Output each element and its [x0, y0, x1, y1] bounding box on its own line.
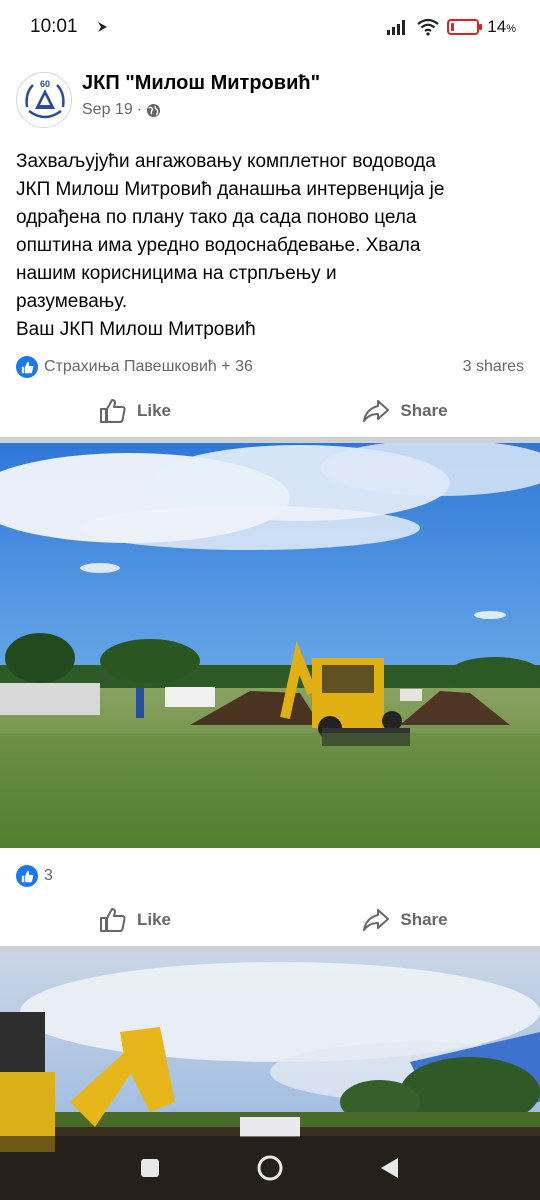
thumbs-up-icon	[99, 399, 126, 423]
header-text: ЈКП "Милош Митровић" Sep 19 ·	[82, 72, 320, 119]
reactions-text[interactable]: Страхиња Павешковић + 36	[44, 358, 253, 376]
status-time: 10:01	[30, 16, 78, 37]
wifi-icon	[417, 18, 439, 36]
square-icon	[141, 1159, 159, 1177]
battery-percent-value: 14	[487, 17, 507, 36]
navigation-bar	[0, 1136, 540, 1200]
share-button[interactable]: Share	[270, 386, 540, 436]
post-photo-1[interactable]	[0, 443, 540, 848]
battery-icon	[447, 19, 483, 35]
like-reaction-icon	[16, 865, 38, 887]
cast-icon	[97, 22, 107, 32]
like-label: Like	[136, 910, 172, 929]
home-button[interactable]	[250, 1148, 290, 1188]
post-text-line: нашим корисницима на стрпљењу и	[16, 263, 337, 284]
photo-1-action-row: Like Share	[0, 895, 540, 945]
photo-1-share-button[interactable]: Share	[270, 895, 540, 945]
shares-count[interactable]: 3 shares	[463, 358, 524, 376]
logo-number: 60	[40, 79, 50, 89]
like-label: Like	[136, 401, 172, 420]
post-date[interactable]: Sep 19	[82, 101, 133, 119]
share-icon	[363, 909, 390, 931]
post-text-line: општина има уредно водоснабдевање. Хвала	[16, 235, 421, 256]
page-name[interactable]: ЈКП "Милош Митровић"	[82, 72, 320, 95]
share-label: Share	[400, 910, 448, 929]
page-logo: 60	[18, 74, 71, 127]
post-text-line: разумевању.	[16, 291, 128, 312]
thumbs-up-icon	[99, 908, 126, 932]
back-triangle-icon	[381, 1158, 398, 1178]
globe-icon	[146, 103, 161, 117]
like-button[interactable]: Like	[0, 386, 270, 436]
home-circle-icon	[257, 1155, 283, 1181]
battery-percent: 14%	[487, 17, 516, 37]
post-text-line: ЈКП Милош Митровић данашња интервенција …	[16, 179, 445, 200]
recents-button[interactable]	[130, 1148, 170, 1188]
post-text-line: Ваш ЈКП Милош Митровић	[16, 319, 256, 340]
post-meta: Sep 19 ·	[82, 101, 320, 119]
post-text: Захваљујући ангажовању комплетног водово…	[16, 148, 526, 344]
post-header: 60 ЈКП "Милош Митровић" Sep 19 ·	[0, 62, 540, 142]
excavation-photo	[0, 443, 540, 848]
battery-percent-unit: %	[506, 23, 516, 35]
meta-separator: ·	[136, 101, 143, 118]
post-text-line: одрађена по плану тако да сада поново це…	[16, 207, 417, 228]
post-action-row: Like Share	[0, 386, 540, 436]
photo-1-like-button[interactable]: Like	[0, 895, 270, 945]
like-reaction-icon	[16, 356, 38, 378]
photo-1-reaction-count[interactable]: 3	[44, 867, 53, 885]
signal-icon	[387, 20, 406, 35]
status-icons: 14%	[387, 17, 516, 37]
back-button[interactable]	[370, 1148, 410, 1188]
share-icon	[363, 400, 390, 422]
reactions-row[interactable]: Страхиња Павешковић + 36 3 shares	[16, 354, 524, 380]
status-bar: 10:01 14%	[0, 0, 540, 54]
post-text-line: Захваљујући ангажовању комплетног водово…	[16, 151, 436, 172]
page-avatar[interactable]: 60	[16, 72, 72, 128]
battery-level	[451, 23, 455, 31]
screen: 10:01 14% 60 ЈКП "Милош Митровић" Sep 19…	[0, 0, 540, 1200]
share-label: Share	[400, 401, 448, 420]
photo-1-reactions[interactable]: 3	[16, 864, 53, 888]
